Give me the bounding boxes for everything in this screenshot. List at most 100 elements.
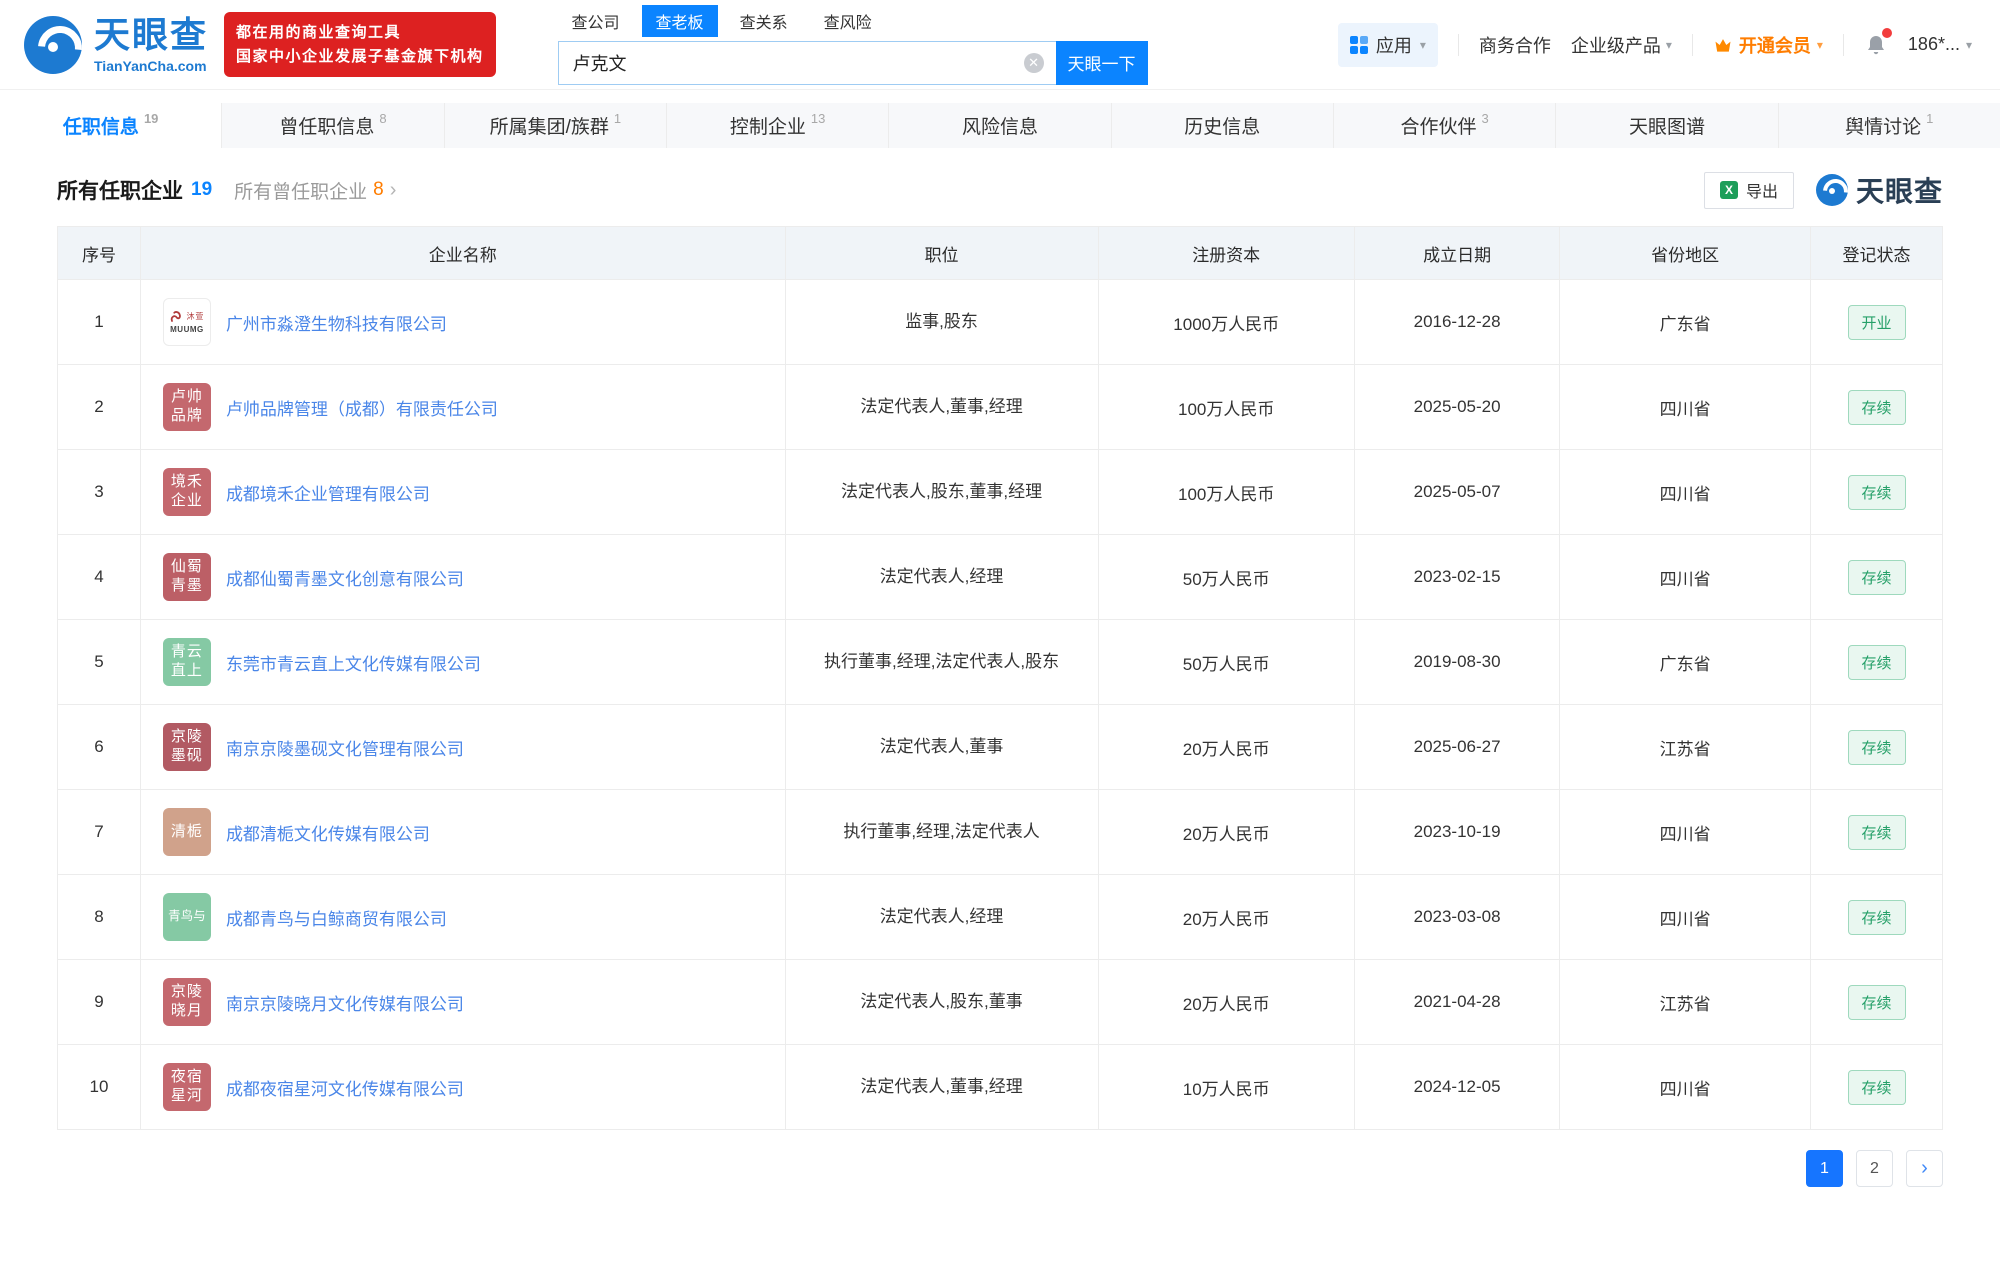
row-index: 4	[57, 534, 141, 620]
company-name-link[interactable]: 南京京陵墨砚文化管理有限公司	[226, 735, 464, 760]
company-logo[interactable]: 清栀	[162, 808, 211, 856]
chevron-down-icon: ▾	[1816, 37, 1823, 52]
status-badge: 存续	[1847, 644, 1906, 680]
company-logo[interactable]: 夜宿 星河	[162, 1063, 211, 1111]
company-name-link[interactable]: 南京京陵晓月文化传媒有限公司	[226, 990, 464, 1015]
status-badge: 存续	[1847, 814, 1906, 850]
page-tab[interactable]: 历史信息	[1112, 103, 1334, 148]
company-logo[interactable]: 青鸟与	[162, 893, 211, 941]
page-button[interactable]: 1	[1806, 1150, 1843, 1187]
row-index: 9	[57, 959, 141, 1045]
page-tab[interactable]: 天眼图谱	[1556, 103, 1779, 148]
page-tab[interactable]: 合作伙伴 3	[1334, 103, 1557, 148]
page-tab-label: 任职信息	[62, 117, 139, 138]
logo-text: 境禾	[170, 473, 203, 491]
company-name-link[interactable]: 成都夜宿星河文化传媒有限公司	[226, 1075, 464, 1100]
notification-bell[interactable]	[1864, 27, 1892, 57]
logo-art: 沐萱	[169, 309, 204, 324]
status-cell: 存续	[1810, 959, 1943, 1045]
company-cell: 青鸟与 成都青鸟与白鲸商贸有限公司	[139, 874, 786, 960]
page-tab[interactable]: 舆情讨论 1	[1779, 103, 2000, 148]
notification-dot	[1881, 27, 1892, 38]
status-cell: 存续	[1810, 704, 1943, 790]
logo-text: 青墨	[170, 577, 203, 594]
watermark-text: 天眼查	[1855, 176, 1943, 207]
top-header: 天眼查 TianYanCha.com 都在用的商业查询工具 国家中小企业发展子基…	[0, 0, 2000, 90]
company-logo[interactable]: 沐萱 MUUMG	[162, 298, 211, 346]
vip-label: 开通会员	[1738, 35, 1811, 56]
province-cell: 江苏省	[1559, 959, 1812, 1045]
company-cell: 境禾 企业 成都境禾企业管理有限公司	[139, 449, 786, 535]
status-cell: 存续	[1810, 619, 1943, 705]
table-header-cell: 注册资本	[1097, 226, 1355, 280]
company-logo[interactable]: 仙蜀 青墨	[162, 553, 211, 601]
logo-subtext: MUUMG	[170, 325, 204, 334]
date-cell: 2023-02-15	[1353, 534, 1561, 620]
logo-text: 沐萱	[186, 311, 205, 321]
table-header-cell: 登记状态	[1810, 226, 1943, 280]
status-cell: 存续	[1810, 1044, 1943, 1130]
search-input[interactable]	[557, 40, 1056, 85]
nav-enterprise-product[interactable]: 企业级产品 ▾	[1571, 32, 1672, 58]
company-logo[interactable]: 青云 直上	[162, 638, 211, 686]
crown-icon	[1715, 38, 1731, 52]
user-menu[interactable]: 186*... ▾	[1908, 34, 1972, 55]
position-cell: 执行董事,经理,法定代表人	[784, 789, 1099, 875]
user-phone: 186*...	[1907, 34, 1960, 54]
page-tab[interactable]: 风险信息	[889, 103, 1112, 148]
search-button[interactable]: 天眼一下	[1055, 40, 1148, 85]
company-cell: 京陵 晓月 南京京陵晓月文化传媒有限公司	[139, 959, 786, 1045]
search-type-tab[interactable]: 查风险	[810, 5, 886, 37]
table-row: 7 清栀 成都清栀文化传媒有限公司 执行董事,经理,法定代表人 20万人民币 2023-1…	[57, 789, 1943, 875]
vip-upgrade-button[interactable]: 开通会员 ▾	[1713, 32, 1823, 58]
company-name-link[interactable]: 东莞市青云直上文化传媒有限公司	[226, 650, 481, 675]
date-cell: 2019-08-30	[1353, 619, 1561, 705]
search-type-tab[interactable]: 查关系	[726, 5, 802, 37]
date-cell: 2016-12-28	[1353, 279, 1561, 365]
export-button[interactable]: X 导出	[1703, 171, 1794, 209]
province-cell: 四川省	[1559, 449, 1812, 535]
date-cell: 2024-12-05	[1353, 1044, 1561, 1130]
tianyancha-logo[interactable]: 天眼查 TianYanCha.com	[24, 15, 208, 74]
next-page-button[interactable]: ›	[1906, 1150, 1943, 1187]
clear-search-icon[interactable]: ✕	[1023, 52, 1044, 73]
date-cell: 2025-06-27	[1353, 704, 1561, 790]
status-badge: 存续	[1847, 984, 1906, 1020]
status-badge: 开业	[1847, 304, 1906, 340]
page-tab[interactable]: 任职信息 19	[0, 103, 223, 148]
company-logo[interactable]: 京陵 墨砚	[162, 723, 211, 771]
company-name-link[interactable]: 卢帅品牌管理（成都）有限责任公司	[226, 395, 498, 420]
capital-cell: 20万人民币	[1097, 704, 1355, 790]
nav-business-cooperation[interactable]: 商务合作	[1479, 32, 1551, 58]
apps-menu[interactable]: 应用 ▾	[1337, 22, 1438, 67]
logo-text: 清栀	[170, 822, 203, 840]
page-tab[interactable]: 曾任职信息 8	[222, 103, 445, 148]
company-name-link[interactable]: 成都清栀文化传媒有限公司	[226, 820, 430, 845]
company-name-link[interactable]: 广州市淼澄生物科技有限公司	[226, 310, 447, 335]
former-positions-link[interactable]: 所有曾任职企业 8 ›	[234, 177, 396, 204]
company-name-link[interactable]: 成都境禾企业管理有限公司	[226, 480, 430, 505]
page-tab[interactable]: 所属集团/族群 1	[445, 103, 667, 148]
company-logo[interactable]: 卢帅 品牌	[162, 383, 211, 431]
logo-text: 星河	[170, 1087, 203, 1104]
row-index: 5	[57, 619, 141, 705]
company-logo[interactable]: 境禾 企业	[162, 468, 211, 516]
page-tab[interactable]: 控制企业 13	[667, 103, 890, 148]
company-name-link[interactable]: 成都青鸟与白鲸商贸有限公司	[226, 905, 447, 930]
divider	[1691, 33, 1693, 56]
position-cell: 监事,股东	[784, 279, 1099, 365]
search-type-tab[interactable]: 查老板	[641, 4, 718, 37]
row-index: 3	[57, 449, 141, 535]
section-header: 所有任职企业 19 所有曾任职企业 8 › X 导出 天眼查	[57, 170, 1943, 210]
chevron-right-icon: ›	[389, 178, 397, 201]
company-logo[interactable]: 京陵 晓月	[162, 978, 211, 1026]
date-cell: 2023-03-08	[1353, 874, 1561, 960]
status-badge: 存续	[1847, 899, 1906, 935]
company-name-link[interactable]: 成都仙蜀青墨文化创意有限公司	[226, 565, 464, 590]
status-badge: 存续	[1847, 729, 1906, 765]
logo-text: 仙蜀	[170, 558, 203, 576]
search-type-tabs: 查公司 查老板 查关系 查风险	[558, 4, 1148, 37]
page-button[interactable]: 2	[1856, 1150, 1893, 1187]
search-type-tab[interactable]: 查公司	[558, 5, 634, 37]
table-header-cell: 企业名称	[139, 226, 786, 280]
